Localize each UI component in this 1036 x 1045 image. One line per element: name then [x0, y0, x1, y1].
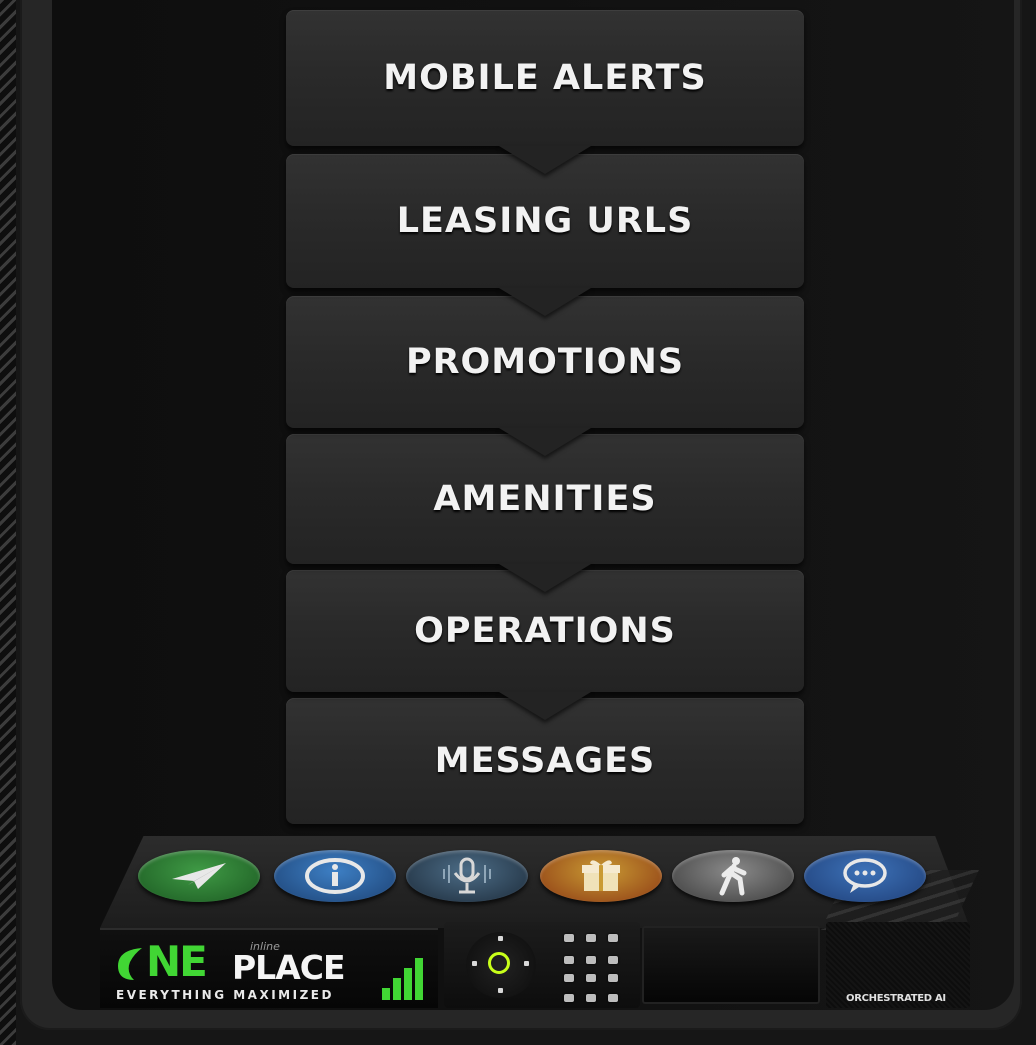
menu-item-label: MESSAGES: [434, 741, 656, 781]
badge-label: ORCHESTRATED AI: [846, 993, 946, 1004]
menu-item-leasing-urls[interactable]: LEASING URLS: [286, 154, 804, 316]
signal-bars-icon: [382, 952, 432, 1000]
oneplace-logo: NE inline PLACE EVERYTHING MAXIMIZED: [100, 928, 438, 1008]
keypad-key[interactable]: [586, 956, 596, 964]
chat-bubble-icon: [843, 858, 887, 893]
microphone-button[interactable]: [406, 850, 528, 902]
keypad-key[interactable]: [586, 994, 596, 1002]
walking-button[interactable]: [672, 850, 794, 902]
arrow-notch: [499, 146, 591, 174]
menu-item-label: LEASING URLS: [396, 201, 694, 241]
keypad-key[interactable]: [586, 934, 596, 942]
arrow-notch: [499, 564, 591, 592]
keypad-key[interactable]: [564, 934, 574, 942]
menu-item-label: PROMOTIONS: [405, 342, 685, 382]
arrow-notch: [499, 428, 591, 456]
dpad-left-arrow[interactable]: [472, 961, 477, 966]
logo-place: PLACE: [232, 948, 346, 987]
keypad-key[interactable]: [608, 994, 618, 1002]
menu-item-label: MOBILE ALERTS: [383, 58, 707, 98]
rope-border: [0, 0, 16, 1045]
gift-button[interactable]: [540, 850, 662, 902]
microphone-icon: [443, 857, 491, 894]
info-icon: [305, 858, 365, 894]
gift-icon: [582, 860, 620, 891]
remote-control: [444, 922, 640, 1008]
menu-item-mobile-alerts[interactable]: MOBILE ALERTS: [286, 10, 804, 174]
keypad-key[interactable]: [564, 994, 574, 1002]
orchestrated-ai-badge: ORCHESTRATED AI: [826, 922, 970, 1008]
logo-leaf-icon: [118, 948, 142, 980]
info-button[interactable]: [274, 850, 396, 902]
menu-item-label: OPERATIONS: [414, 611, 676, 651]
paper-plane-icon: [172, 863, 226, 889]
menu-item-label: AMENITIES: [433, 479, 657, 519]
keypad-key[interactable]: [564, 956, 574, 964]
arrow-notch: [499, 288, 591, 316]
keypad-key[interactable]: [608, 934, 618, 942]
dpad-center-button[interactable]: [488, 952, 510, 974]
dpad-control[interactable]: [466, 932, 536, 998]
keypad: [558, 930, 628, 1002]
arrow-notch: [499, 692, 591, 720]
dpad-down-arrow[interactable]: [498, 988, 503, 993]
keypad-key[interactable]: [608, 956, 618, 964]
chat-button[interactable]: [804, 850, 926, 902]
send-button[interactable]: [138, 850, 260, 902]
walking-person-icon: [719, 857, 747, 896]
dpad-up-arrow[interactable]: [498, 936, 503, 941]
dpad-right-arrow[interactable]: [524, 961, 529, 966]
keypad-key[interactable]: [608, 974, 618, 982]
display-screen: [642, 926, 820, 1004]
keypad-key[interactable]: [586, 974, 596, 982]
keypad-key[interactable]: [564, 974, 574, 982]
logo-tagline: EVERYTHING MAXIMIZED: [116, 988, 334, 1002]
